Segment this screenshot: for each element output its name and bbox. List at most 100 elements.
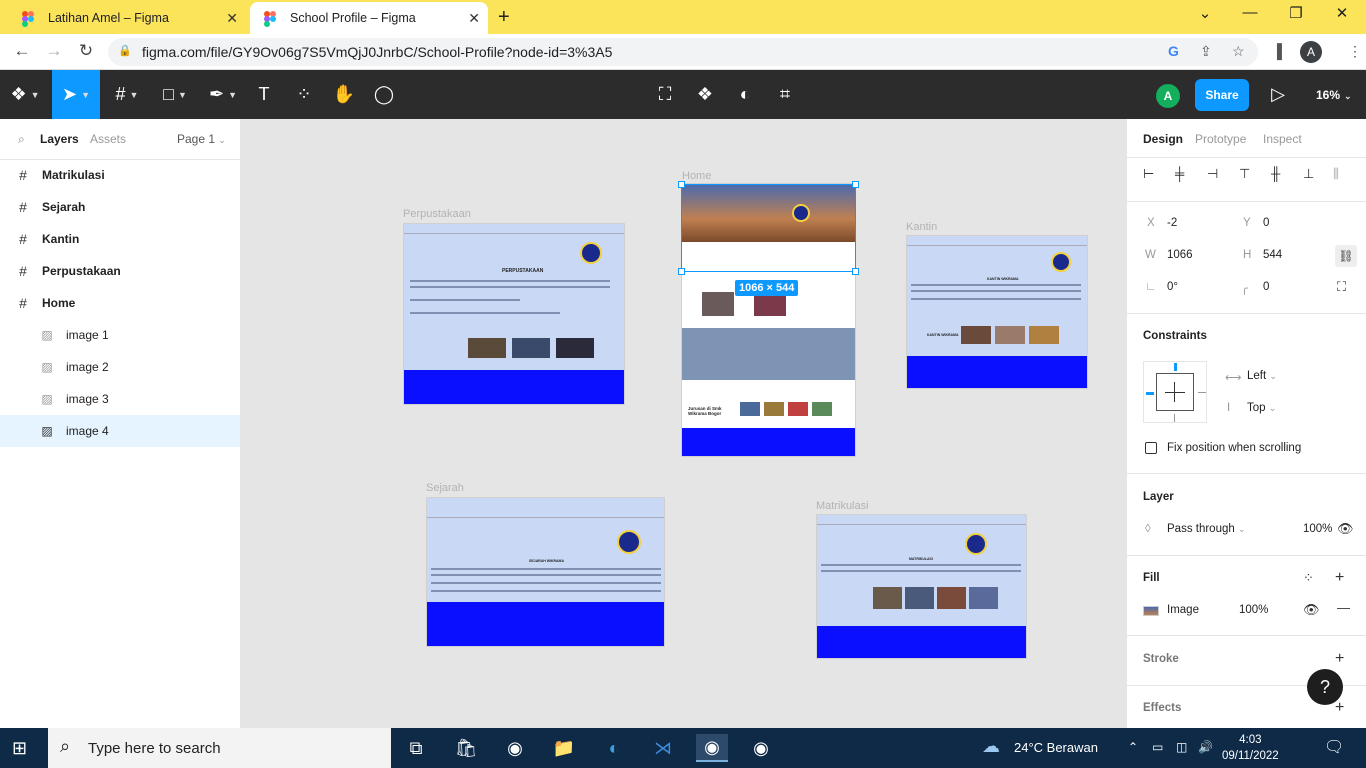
align-bottom-icon[interactable]: ⊥ — [1303, 166, 1314, 182]
close-tab-icon[interactable]: ✕ — [226, 10, 238, 27]
chrome-profile-icon[interactable]: ◉ — [745, 734, 777, 762]
layer-image-1[interactable]: ▨ image 1 — [0, 319, 240, 351]
tab-inspect[interactable]: Inspect — [1263, 132, 1302, 146]
layer-frame-matrikulasi[interactable]: # Matrikulasi — [0, 159, 240, 191]
remove-fill-icon[interactable]: — — [1337, 600, 1350, 615]
side-panel-icon[interactable]: ▐ — [1272, 43, 1282, 59]
width-input[interactable]: 1066 — [1167, 249, 1193, 261]
layer-opacity-input[interactable]: 100% — [1303, 523, 1332, 535]
task-view-icon[interactable]: ⧉ — [400, 734, 432, 762]
layer-image-2[interactable]: ▨ image 2 — [0, 351, 240, 383]
align-center-v-icon[interactable]: ╫ — [1271, 166, 1280, 181]
selection-box[interactable] — [678, 181, 859, 275]
height-input[interactable]: 544 — [1263, 249, 1282, 261]
taskbar-search[interactable]: Type here to search — [48, 728, 391, 768]
fill-swatch[interactable] — [1143, 606, 1159, 616]
resize-handle[interactable] — [678, 268, 685, 275]
file-explorer-icon[interactable]: 📁 — [548, 734, 580, 762]
vscode-icon[interactable]: ⋊ — [647, 734, 679, 762]
show-hidden-icons-icon[interactable]: ⌃ — [1128, 740, 1138, 754]
frame-label-matrikulasi[interactable]: Matrikulasi — [816, 500, 869, 512]
blend-mode-dropdown[interactable]: Pass through ⌄ — [1167, 523, 1246, 535]
notification-icon[interactable]: 🗨 — [1324, 737, 1344, 757]
resize-handle[interactable] — [852, 268, 859, 275]
corner-radius-input[interactable]: 0 — [1263, 281, 1269, 293]
lock-icon[interactable]: 🔒 — [118, 44, 132, 57]
url-input[interactable]: figma.com/file/GY9Ov06g7S5VmQjJ0JnrbC/Sc… — [108, 38, 1258, 66]
page-selector[interactable]: Page 1 ⌄ — [177, 132, 226, 146]
weather-text[interactable]: 24°C Berawan — [1014, 740, 1098, 755]
menu-dots-icon[interactable]: ⋮ — [1348, 43, 1362, 60]
constraint-right[interactable] — [1198, 392, 1206, 393]
fix-position-checkbox[interactable] — [1145, 442, 1157, 454]
bookmark-star-icon[interactable]: ☆ — [1232, 43, 1245, 60]
tab-design[interactable]: Design — [1143, 132, 1183, 146]
close-window-button[interactable]: ✕ — [1322, 4, 1362, 22]
reload-button[interactable]: ↻ — [74, 41, 98, 61]
add-fill-icon[interactable]: + — [1335, 569, 1344, 587]
store-icon[interactable]: 🛍 — [450, 734, 482, 762]
share-button[interactable]: Share — [1195, 79, 1249, 111]
tab-search-chevron-icon[interactable]: ⌄ — [1185, 4, 1225, 22]
minimize-button[interactable]: — — [1230, 4, 1270, 21]
present-button[interactable]: ▷ — [1266, 70, 1290, 119]
constrain-proportions-icon[interactable]: ⛓ — [1335, 245, 1357, 267]
shape-tool-button[interactable]: □ ▼ — [152, 70, 198, 119]
layer-image-4[interactable]: ▨ image 4 — [0, 415, 240, 447]
align-center-h-icon[interactable]: ╪ — [1175, 166, 1184, 181]
back-button[interactable]: ← — [10, 41, 34, 61]
rotation-input[interactable]: 0° — [1167, 281, 1178, 293]
tab-layers[interactable]: Layers — [40, 132, 79, 146]
resize-handle[interactable] — [852, 181, 859, 188]
add-effect-icon[interactable]: + — [1335, 699, 1344, 717]
network-icon[interactable]: ◫ — [1176, 740, 1187, 754]
fill-opacity-input[interactable]: 100% — [1239, 604, 1268, 616]
comment-tool-button[interactable]: ◯ — [368, 70, 400, 119]
chrome-profile-icon[interactable]: ◉ — [696, 734, 728, 762]
constraint-widget[interactable] — [1143, 361, 1207, 423]
align-left-icon[interactable]: ⊢ — [1143, 166, 1154, 182]
google-icon[interactable]: G — [1168, 43, 1179, 59]
eye-icon[interactable]: 👁 — [1303, 602, 1320, 618]
new-tab-button[interactable]: + — [498, 6, 510, 29]
browser-tab-school-profile[interactable]: School Profile – Figma ✕ — [250, 2, 488, 34]
layer-frame-kantin[interactable]: # Kantin — [0, 223, 240, 255]
fill-type[interactable]: Image — [1167, 604, 1199, 616]
frame-label-perpustakaan[interactable]: Perpustakaan — [403, 208, 471, 220]
align-right-icon[interactable]: ⊣ — [1207, 166, 1218, 182]
add-stroke-icon[interactable]: + — [1335, 650, 1344, 668]
chrome-icon[interactable]: ◉ — [499, 734, 531, 762]
align-top-icon[interactable]: ⊤ — [1239, 166, 1250, 182]
windows-start-icon[interactable]: ⊞ — [12, 738, 27, 759]
boolean-button[interactable]: ◐ — [730, 70, 760, 119]
share-page-icon[interactable]: ⇪ — [1200, 43, 1212, 60]
create-component-button[interactable]: ❖ — [690, 70, 720, 119]
frame-label-sejarah[interactable]: Sejarah — [426, 482, 464, 494]
eye-icon[interactable]: 👁 — [1337, 521, 1354, 537]
text-tool-button[interactable]: T — [248, 70, 280, 119]
user-avatar[interactable]: A — [1156, 84, 1180, 108]
search-icon[interactable]: ⌕ — [18, 132, 25, 147]
horizontal-constraint-dropdown[interactable]: Left ⌄ — [1247, 370, 1277, 382]
layer-frame-perpustakaan[interactable]: # Perpustakaan — [0, 255, 240, 287]
hand-tool-button[interactable]: ✋ — [328, 70, 360, 119]
close-tab-icon[interactable]: ✕ — [468, 10, 480, 27]
design-canvas[interactable]: Perpustakaan PERPUSTAKAAN Home Jurusan d… — [241, 119, 1126, 728]
frame-sejarah[interactable]: SEJARAH WIKRAMA — [426, 497, 665, 647]
main-menu-button[interactable]: ❖ ▼ — [0, 70, 50, 119]
edge-icon[interactable]: ◐ — [598, 734, 630, 762]
maximize-button[interactable]: ❐ — [1276, 4, 1316, 22]
y-input[interactable]: 0 — [1263, 217, 1269, 229]
styles-grid-icon[interactable]: ⁘ — [1303, 570, 1314, 586]
zoom-dropdown[interactable]: 16% ⌄ — [1316, 88, 1352, 102]
layer-frame-sejarah[interactable]: # Sejarah — [0, 191, 240, 223]
distribute-icon[interactable]: ⫼ — [1333, 166, 1339, 182]
profile-avatar[interactable]: A — [1300, 41, 1322, 63]
independent-corners-icon[interactable]: ⛶ — [1337, 279, 1346, 295]
help-button[interactable]: ? — [1307, 669, 1343, 705]
resize-handle[interactable] — [678, 181, 685, 188]
crop-button[interactable]: ⌗ — [770, 70, 800, 119]
system-clock[interactable]: 4:03 09/11/2022 — [1222, 732, 1279, 764]
frame-kantin[interactable]: KANTIN WIKRAMA KANTIN WIKRAMA — [906, 235, 1088, 389]
pen-tool-button[interactable]: ✒ ▼ — [200, 70, 246, 119]
